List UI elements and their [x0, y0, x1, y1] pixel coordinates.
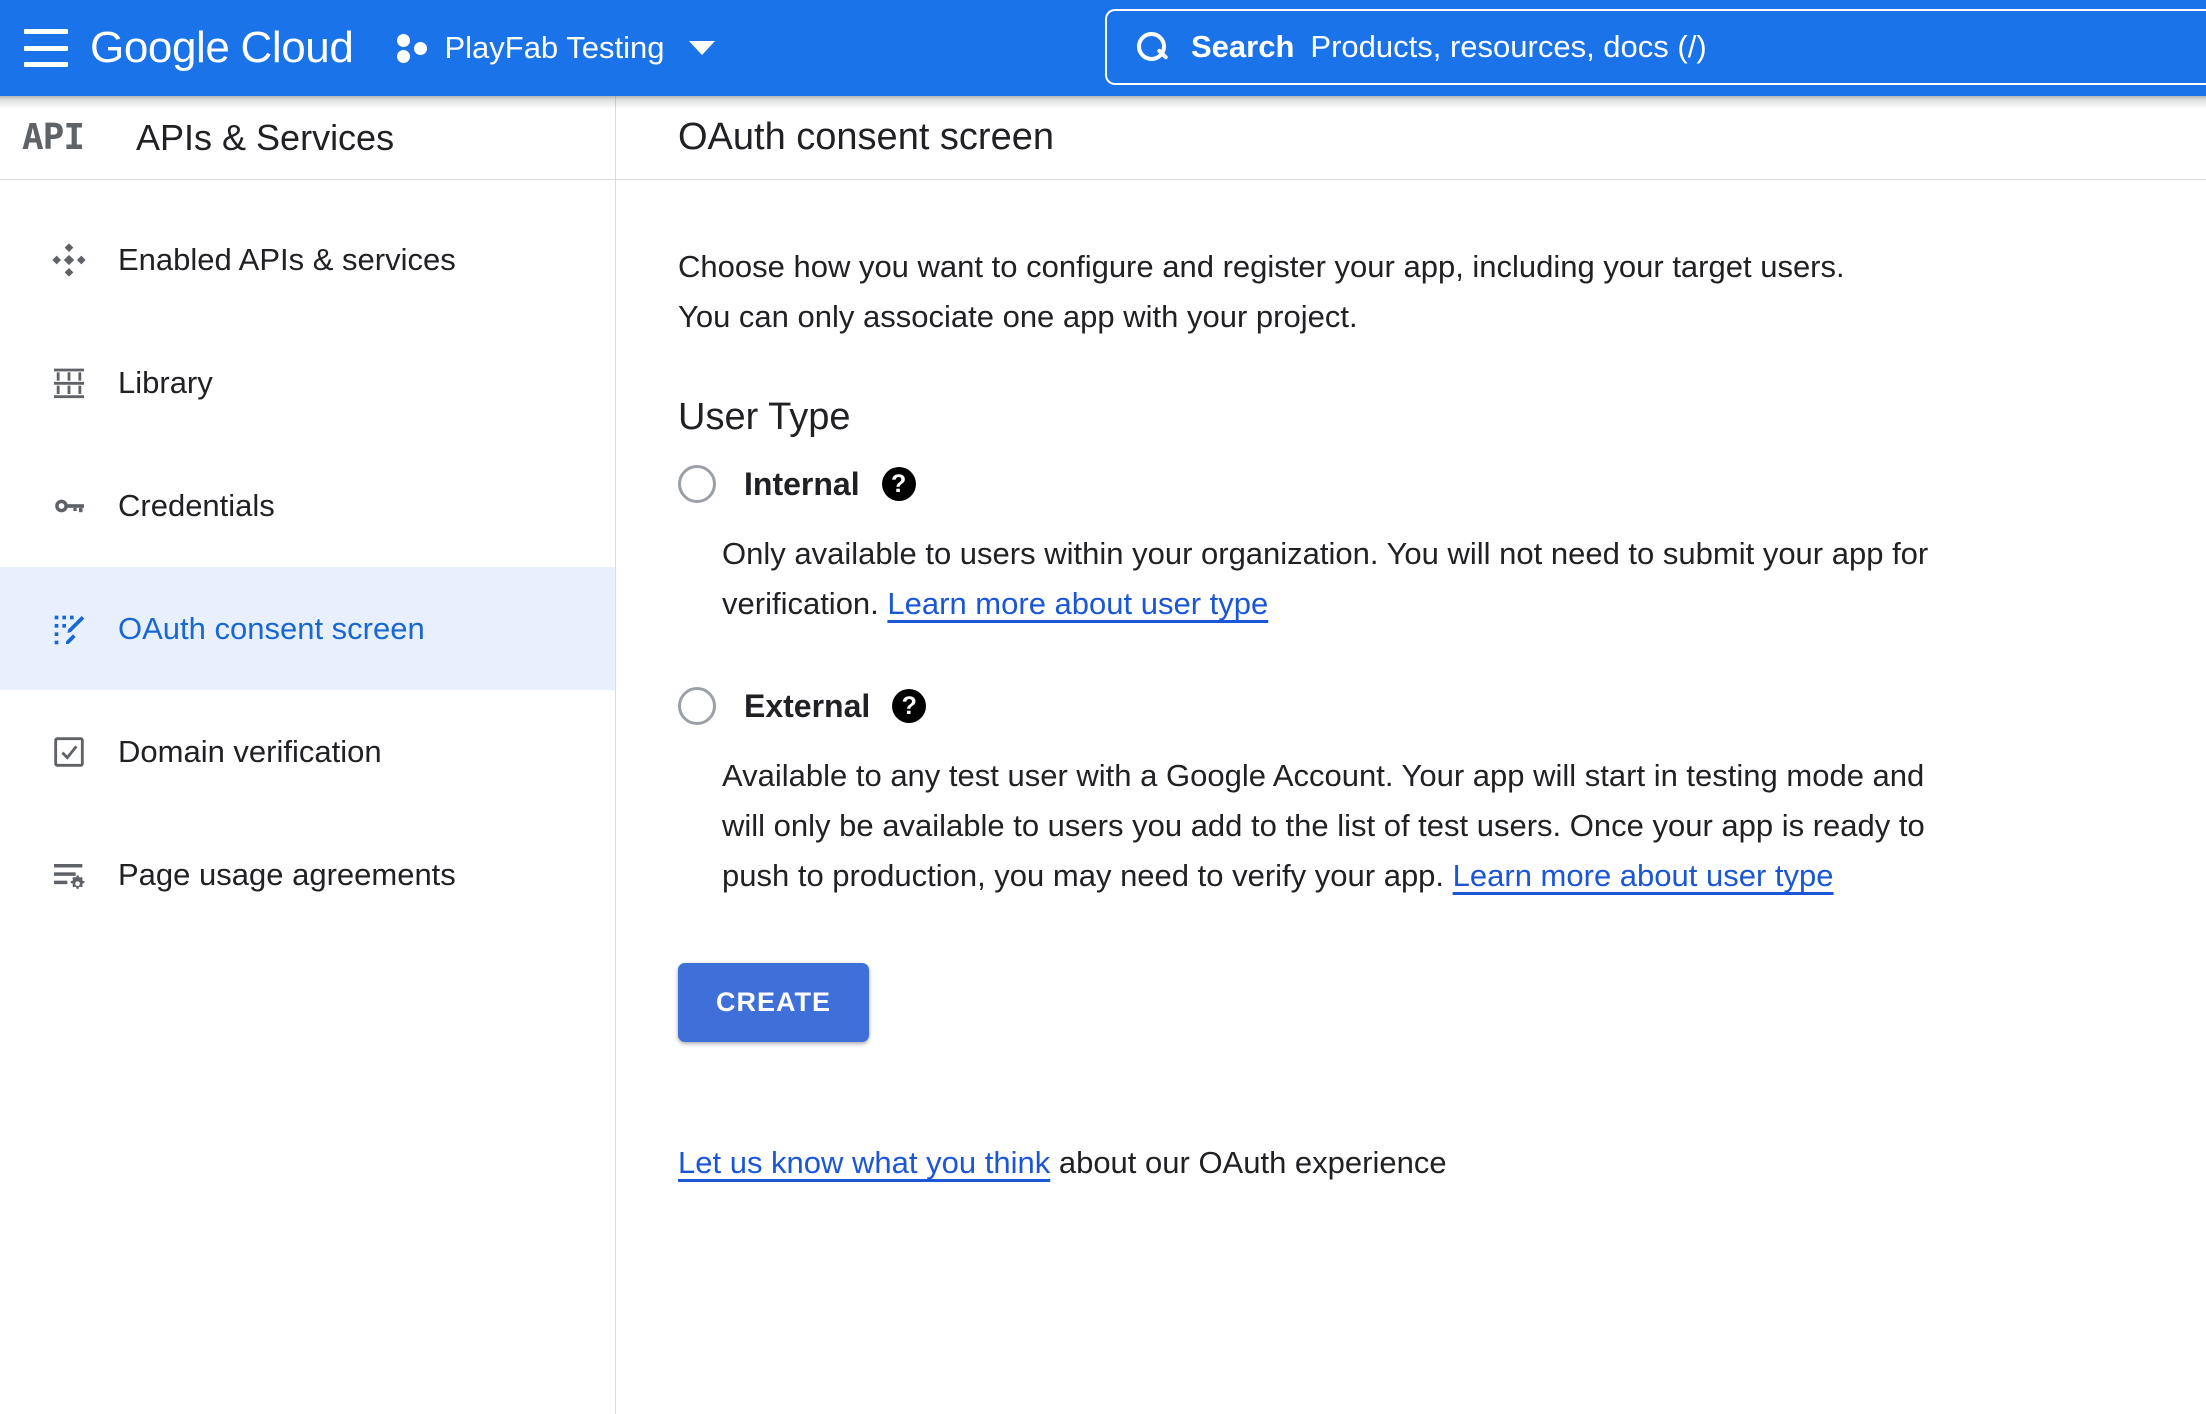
key-icon — [20, 486, 118, 526]
content-body: Choose how you want to configure and reg… — [616, 180, 2206, 1186]
radio-internal[interactable] — [678, 465, 716, 503]
list-gear-icon — [20, 855, 118, 895]
hamburger-menu-icon[interactable] — [24, 29, 68, 67]
sidebar-item-label: Page usage agreements — [118, 856, 456, 892]
user-type-option-internal[interactable]: Internal ? — [678, 465, 2144, 503]
sidebar-item-label: OAuth consent screen — [118, 610, 425, 646]
feedback-note-text: about our OAuth experience — [1050, 1145, 1447, 1180]
content-header: OAuth consent screen — [616, 96, 2206, 180]
create-button[interactable]: CREATE — [678, 963, 870, 1042]
sidebar-header: API APIs & Services — [0, 96, 615, 180]
brand-cloud: Cloud — [240, 23, 354, 72]
search-input[interactable]: Search Products, resources, docs (/) — [1105, 9, 2206, 85]
project-selector[interactable]: PlayFab Testing — [397, 30, 716, 66]
sidebar-item-oauth-consent-screen[interactable]: OAuth consent screen — [0, 567, 615, 690]
sidebar-item-label: Library — [118, 364, 213, 400]
learn-more-user-type-link-internal[interactable]: Learn more about user type — [887, 586, 1268, 621]
checkbox-check-icon — [20, 732, 118, 772]
sidebar-item-enabled-apis[interactable]: Enabled APIs & services — [0, 198, 615, 321]
library-columns-icon — [20, 363, 118, 403]
learn-more-user-type-link-external[interactable]: Learn more about user type — [1453, 858, 1834, 893]
user-type-heading: User Type — [678, 396, 851, 438]
api-logo-icon: API — [22, 117, 85, 158]
sidebar-title: APIs & Services — [136, 116, 395, 158]
hamburger-bar — [24, 29, 68, 34]
search-placeholder: Products, resources, docs (/) — [1310, 29, 1707, 64]
hamburger-bar — [24, 62, 68, 67]
sidebar-item-page-usage-agreements[interactable]: Page usage agreements — [0, 813, 615, 936]
brand-google: Google — [90, 23, 230, 72]
top-header-bar: Google Cloud PlayFab Testing Search Prod… — [0, 0, 2206, 96]
sidebar-item-library[interactable]: Library — [0, 321, 615, 444]
search-label: Search — [1191, 29, 1295, 64]
sidebar-item-label: Credentials — [118, 487, 275, 523]
google-cloud-console-page: Google Cloud PlayFab Testing Search Prod… — [0, 0, 2206, 1414]
left-sidebar: API APIs & Services Enabled APIs & servi… — [0, 96, 616, 1414]
sidebar-item-label: Domain verification — [118, 733, 382, 769]
radio-external[interactable] — [678, 687, 716, 725]
sidebar-item-label: Enabled APIs & services — [118, 241, 456, 277]
chevron-down-icon — [689, 41, 716, 55]
hamburger-bar — [24, 45, 68, 51]
search-icon — [1135, 30, 1169, 64]
dashboard-diamond-icon — [20, 240, 118, 280]
help-circle-icon[interactable]: ? — [892, 689, 927, 723]
let-us-know-link[interactable]: Let us know what you think — [678, 1145, 1050, 1180]
external-description: Available to any test user with a Google… — [722, 751, 1972, 901]
sidebar-item-credentials[interactable]: Credentials — [0, 444, 615, 567]
project-nodes-icon — [397, 31, 431, 65]
project-name-label: PlayFab Testing — [444, 30, 665, 65]
internal-description: Only available to users within your orga… — [722, 529, 1972, 629]
google-cloud-logo[interactable]: Google Cloud — [90, 23, 354, 73]
user-type-option-external[interactable]: External ? — [678, 687, 2144, 725]
consent-pencil-icon — [20, 609, 118, 649]
page-title: OAuth consent screen — [678, 116, 1054, 158]
main-content: OAuth consent screen Choose how you want… — [616, 96, 2206, 1414]
help-circle-icon[interactable]: ? — [881, 467, 916, 501]
radio-internal-label: Internal — [744, 465, 860, 502]
intro-paragraph: Choose how you want to configure and reg… — [678, 249, 1845, 334]
sidebar-item-domain-verification[interactable]: Domain verification — [0, 690, 615, 813]
radio-external-label: External — [744, 687, 871, 724]
sidebar-nav-list: Enabled APIs & services Library Credenti… — [0, 180, 615, 936]
feedback-note: Let us know what you think about our OAu… — [678, 1140, 2144, 1186]
